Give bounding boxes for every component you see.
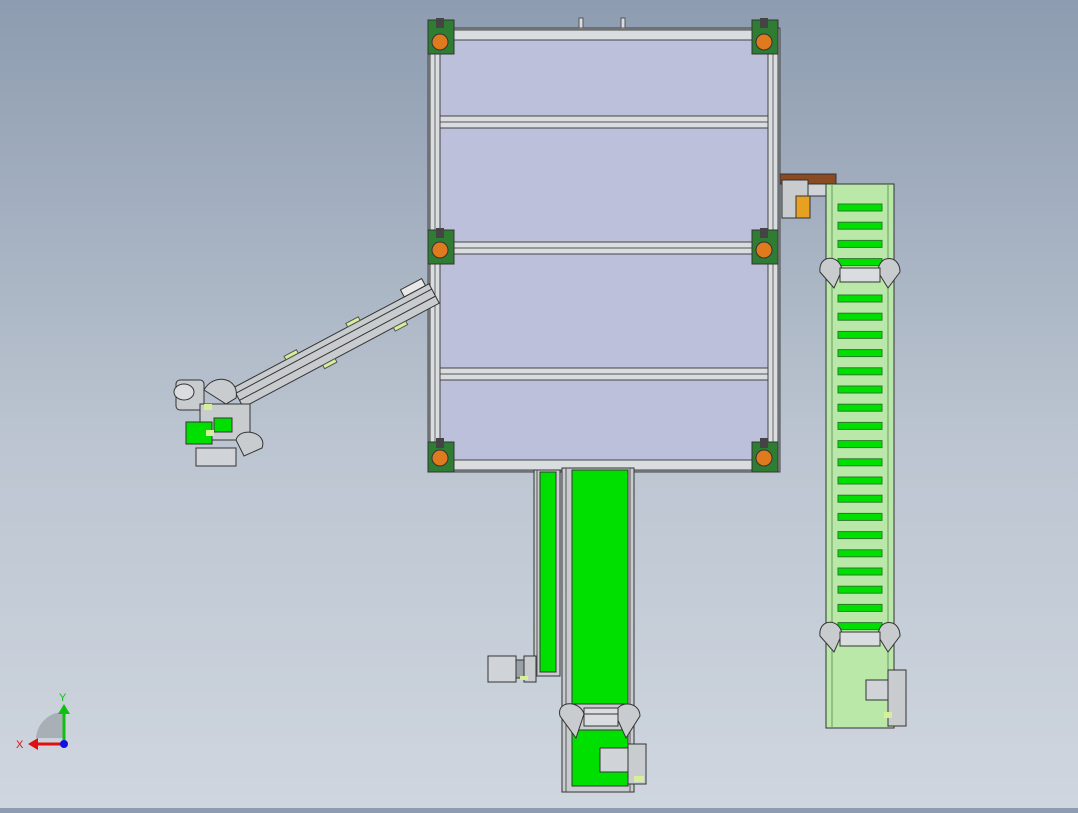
cleat [837, 385, 883, 394]
incline-rail [232, 283, 440, 409]
cleat [837, 622, 883, 631]
cad-viewport[interactable]: Y X [0, 0, 1078, 808]
cleat [837, 258, 883, 267]
cleated-conveyor[interactable] [819, 183, 907, 729]
inclined-conveyor[interactable] [229, 277, 441, 411]
cleat [837, 476, 883, 485]
cleat [837, 549, 883, 558]
caster-icon [427, 18, 455, 55]
z-axis-icon [60, 740, 68, 748]
caster-icon [751, 228, 779, 265]
main-output-conveyor[interactable] [559, 467, 647, 793]
frame-panel-1 [439, 39, 769, 119]
cleat [837, 367, 883, 376]
cleat [837, 349, 883, 358]
y-axis-label: Y [59, 692, 67, 704]
cleat [837, 203, 883, 212]
narrow-conveyor[interactable] [487, 469, 561, 683]
cleat [837, 421, 883, 430]
cleat [837, 585, 883, 594]
motor-icon [487, 655, 537, 683]
cleat [837, 440, 883, 449]
frame-panel-3 [439, 253, 769, 371]
cleat [837, 603, 883, 612]
cleat [837, 239, 883, 248]
cleat [837, 330, 883, 339]
cleat [837, 567, 883, 576]
caster-icon [427, 228, 455, 265]
cleat [837, 512, 883, 521]
caster-icon [751, 438, 779, 473]
cleat [837, 494, 883, 503]
frame-panel-4 [439, 379, 769, 461]
axis-triad: Y X [16, 692, 70, 751]
cleat [837, 458, 883, 467]
cleat [837, 294, 883, 303]
cleat [837, 403, 883, 412]
frame-beam-top [431, 29, 777, 41]
cleat [837, 531, 883, 540]
cleat [837, 221, 883, 230]
caster-icon [751, 18, 779, 55]
cleat [837, 312, 883, 321]
main-frame[interactable] [427, 17, 781, 473]
frame-panel-2 [439, 127, 769, 243]
caster-icon [427, 438, 455, 473]
assembly-drawing: Y X [16, 17, 907, 793]
x-axis-label: X [16, 739, 24, 751]
